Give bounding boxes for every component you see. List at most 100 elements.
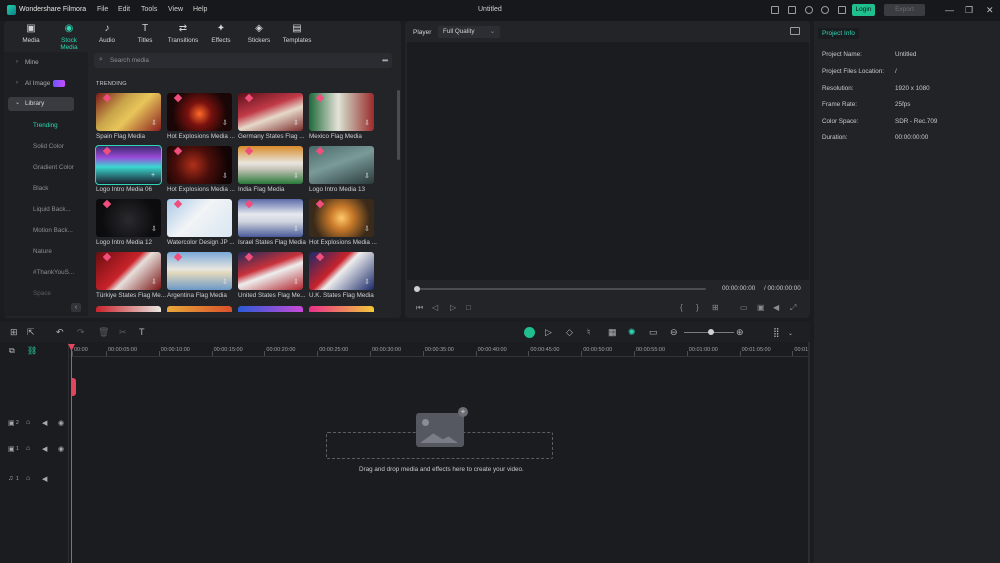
menu-help[interactable]: Help — [193, 6, 207, 13]
download-icon[interactable]: ⇩ — [364, 172, 370, 180]
download-icon[interactable]: ⇩ — [364, 119, 370, 127]
sidebar-item-liquid-background[interactable]: Liquid Back... — [33, 206, 71, 213]
tab-project-info[interactable]: Project Info — [818, 28, 859, 39]
audio-mix-icon[interactable]: ▦ — [608, 327, 617, 338]
menu-tools[interactable]: Tools — [141, 6, 157, 13]
play-range-icon[interactable]: ▷ — [545, 327, 552, 338]
layout-icon[interactable] — [771, 6, 779, 14]
more-options-icon[interactable]: ••• — [382, 56, 388, 65]
snapshot-icon[interactable] — [790, 27, 800, 35]
subtitle-icon[interactable]: ▭ — [649, 327, 658, 338]
add-track-icon[interactable]: ⧉ — [9, 346, 15, 356]
previous-frame-icon[interactable]: ⏮ — [416, 303, 423, 313]
visibility-eye-icon[interactable]: ◉ — [58, 419, 64, 427]
download-icon[interactable]: ⇩ — [151, 119, 157, 127]
ai-tool-icon[interactable]: ✺ — [628, 327, 636, 338]
download-icon[interactable]: ⇩ — [364, 225, 370, 233]
volume-icon[interactable]: ◀ — [773, 303, 779, 312]
redo-icon[interactable]: ↷ — [77, 327, 85, 338]
tab-titles[interactable]: T Titles — [128, 24, 162, 50]
step-back-icon[interactable]: ◁ — [432, 303, 438, 312]
camera-icon[interactable]: ▣ — [757, 303, 765, 312]
zoom-in-icon[interactable]: ⊕ — [736, 327, 744, 338]
timeline-scrollbar[interactable] — [808, 342, 810, 563]
add-media-icon[interactable]: + — [458, 407, 468, 417]
fullscreen-icon[interactable]: ⤢ — [790, 303, 796, 313]
auto-enhance-icon[interactable] — [524, 327, 535, 338]
download-icon[interactable]: ⇩ — [222, 172, 228, 180]
undo-icon[interactable]: ↶ — [56, 327, 64, 338]
close-icon[interactable]: ✕ — [986, 5, 994, 16]
play-icon[interactable]: ▷ — [450, 303, 456, 312]
sidebar-item-trending[interactable]: Trending — [33, 122, 58, 129]
download-icon[interactable]: ⇩ — [364, 278, 370, 286]
download-icon[interactable]: ⇩ — [151, 278, 157, 286]
cloud-icon[interactable] — [805, 6, 813, 14]
mark-in-icon[interactable]: { — [680, 303, 683, 312]
visibility-eye-icon[interactable]: ◉ — [58, 445, 64, 453]
mute-icon[interactable]: ◀ — [42, 475, 47, 483]
download-icon[interactable]: ⇩ — [293, 278, 299, 286]
mute-icon[interactable]: ◀ — [42, 419, 47, 427]
quality-select[interactable]: Full Quality ⌄ — [438, 26, 500, 38]
sidebar-item-black[interactable]: Black — [33, 185, 48, 192]
chevron-down-icon[interactable]: ⌄ — [788, 330, 793, 337]
display-icon[interactable]: ▭ — [740, 303, 748, 312]
media-scrollbar[interactable] — [397, 90, 400, 160]
playhead-marker[interactable] — [71, 378, 76, 396]
export-button[interactable]: Export — [884, 4, 925, 16]
menu-file[interactable]: File — [97, 6, 108, 13]
restore-icon[interactable]: ❐ — [965, 5, 973, 16]
sidebar-item-gradient-color[interactable]: Gradient Color — [33, 164, 74, 171]
download-icon[interactable]: ⇩ — [222, 278, 228, 286]
download-icon[interactable]: ⇩ — [293, 225, 299, 233]
tab-audio[interactable]: ♪ Audio — [90, 24, 124, 50]
tab-templates[interactable]: ▤ Templates — [280, 24, 314, 50]
tab-transitions[interactable]: ⇄ Transitions — [166, 24, 200, 50]
media-thumbnail[interactable] — [96, 306, 161, 312]
progress-knob[interactable] — [414, 286, 420, 292]
tab-media[interactable]: ▣ Media — [14, 24, 48, 50]
download-icon[interactable]: ⇩ — [151, 225, 157, 233]
mark-out-icon[interactable]: } — [696, 303, 699, 312]
collapse-sidebar-icon[interactable]: ‹ — [71, 303, 81, 312]
layout-grid-icon[interactable]: ⊞ — [10, 327, 18, 338]
media-thumbnail[interactable] — [238, 306, 303, 312]
tab-effects[interactable]: ✦ Effects — [204, 24, 238, 50]
sidebar-item-space[interactable]: Space — [33, 290, 51, 297]
cut-icon[interactable]: ✂ — [119, 327, 127, 338]
text-tool-icon[interactable]: T — [139, 327, 145, 337]
zoom-out-icon[interactable]: ⊖ — [670, 327, 678, 338]
grid-view-icon[interactable]: ⣿ — [773, 327, 780, 338]
sidebar-item-solid-color[interactable]: Solid Color — [33, 143, 64, 150]
tab-stock-media[interactable]: ◉ Stock Media — [52, 24, 86, 52]
media-thumbnail[interactable] — [167, 306, 232, 312]
login-button[interactable]: Login — [852, 4, 875, 16]
select-tool-icon[interactable]: ⇱ — [27, 327, 35, 338]
add-to-project-icon[interactable]: + — [151, 172, 155, 179]
delete-icon[interactable]: 🗑 — [98, 327, 109, 338]
sidebar-item-nature[interactable]: Nature — [33, 248, 52, 255]
render-icon[interactable]: ⊞ — [712, 303, 719, 312]
menu-view[interactable]: View — [168, 6, 183, 13]
stop-icon[interactable]: □ — [466, 303, 471, 312]
download-icon[interactable]: ⇩ — [293, 172, 299, 180]
zoom-slider-knob[interactable] — [708, 329, 714, 335]
shield-icon[interactable]: ◇ — [566, 327, 573, 338]
folder-icon[interactable]: ⌂ — [26, 445, 30, 452]
download-icon[interactable]: ⇩ — [222, 225, 228, 233]
playhead[interactable] — [71, 344, 72, 563]
sidebar-item-motion-background[interactable]: Motion Back... — [33, 227, 73, 234]
media-thumbnail[interactable] — [309, 306, 374, 312]
tab-stickers[interactable]: ◈ Stickers — [242, 24, 276, 50]
headset-icon[interactable] — [821, 6, 829, 14]
menu-edit[interactable]: Edit — [118, 6, 130, 13]
download-icon[interactable]: ⇩ — [222, 119, 228, 127]
minimize-icon[interactable]: — — [945, 5, 954, 15]
playback-progress[interactable] — [416, 288, 706, 290]
save-icon[interactable] — [788, 6, 796, 14]
sidebar-item-thankyou[interactable]: #ThankYouS... — [33, 269, 74, 276]
mute-icon[interactable]: ◀ — [42, 445, 47, 453]
apps-icon[interactable] — [838, 6, 846, 14]
microphone-icon[interactable]: ♮ — [587, 327, 590, 338]
